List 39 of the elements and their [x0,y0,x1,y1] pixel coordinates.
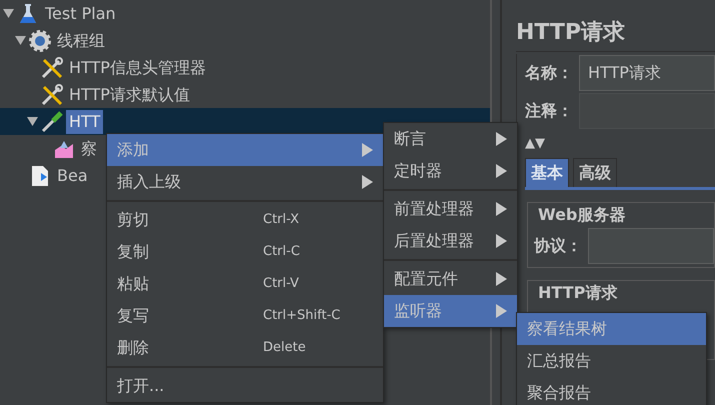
submenu-arrow-icon [496,164,507,178]
menu-item[interactable]: 汇总报告 [517,345,706,377]
tools-icon [40,82,64,106]
tree-item[interactable]: Test Plan [42,2,119,26]
menu-item[interactable]: 剪切 Ctrl-X [107,204,383,236]
pipette-icon [40,110,64,134]
submenu-arrow-icon [496,234,507,248]
menu-item[interactable]: 聚合报告 [517,377,706,405]
tab[interactable]: 基本 [525,158,569,187]
field-label: 名称： [525,62,573,84]
field-label: 协议： [534,235,582,257]
tree-item[interactable]: HTT [66,110,104,134]
tab[interactable]: 高级 [573,158,617,187]
submenu-arrow-icon [496,132,507,146]
menu-item[interactable]: 前置处理器 [384,193,517,225]
collapse-arrows[interactable]: ▲▼ [525,136,545,152]
gear-icon [28,28,52,52]
tree-item[interactable]: 线程组 [54,28,108,52]
tools-icon [40,56,64,80]
menu-item[interactable]: 粘贴 Ctrl-V [107,268,383,300]
name-field[interactable]: HTTP请求 [579,55,715,91]
tree-item[interactable]: HTTP信息头管理器 [66,56,209,80]
submenu-arrow-icon [496,202,507,216]
protocol-field[interactable] [588,228,714,264]
tree-item[interactable]: Bea [54,164,91,188]
tree-item[interactable]: 察 [78,136,100,160]
collapse-icon[interactable] [3,9,14,18]
collapse-icon[interactable] [27,117,38,126]
menu-item[interactable]: 后置处理器 [384,225,517,257]
field-label: 注释： [525,100,573,122]
tree-item[interactable]: HTTP请求默认值 [66,82,193,106]
menu-item[interactable]: 断言 [384,123,517,155]
menu-item[interactable]: 打开... [107,370,383,402]
menu-item[interactable]: 复写 Ctrl+Shift-C [107,300,383,332]
panel-title: HTTP请求 [516,16,715,52]
menu-item[interactable]: 定时器 [384,155,517,187]
menu-item[interactable]: 删除 Delete [107,332,383,364]
collapse-icon[interactable] [15,36,26,45]
menu-item[interactable]: 复制 Ctrl-C [107,236,383,268]
